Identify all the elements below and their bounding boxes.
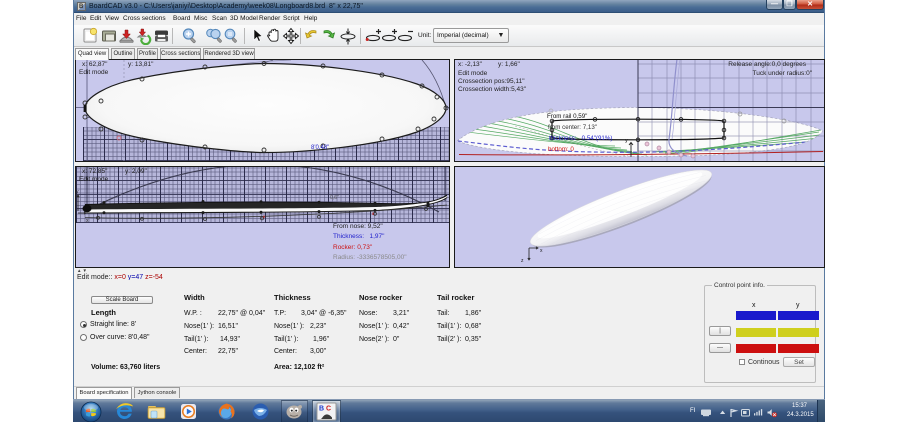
svg-text:From rail 0,59": From rail 0,59" bbox=[547, 113, 587, 120]
svg-text:B: B bbox=[319, 406, 324, 413]
svg-text:C: C bbox=[326, 406, 331, 413]
svg-text:thickness: 0,54"(91%): thickness: 0,54"(91%) bbox=[549, 135, 612, 142]
svg-text:y: y bbox=[76, 189, 79, 195]
svg-text:y: y bbox=[625, 138, 628, 144]
svg-text:from center: 7,13": from center: 7,13" bbox=[548, 124, 597, 131]
svg-text:8'0,48": 8'0,48" bbox=[311, 145, 329, 151]
svg-text:0,6": 0,6" bbox=[330, 195, 339, 201]
svg-text:bottom: 0: bottom: 0 bbox=[548, 146, 574, 153]
svg-text:x: x bbox=[86, 218, 89, 224]
svg-text:x: x bbox=[540, 248, 543, 254]
svg-text:z: z bbox=[521, 258, 524, 264]
